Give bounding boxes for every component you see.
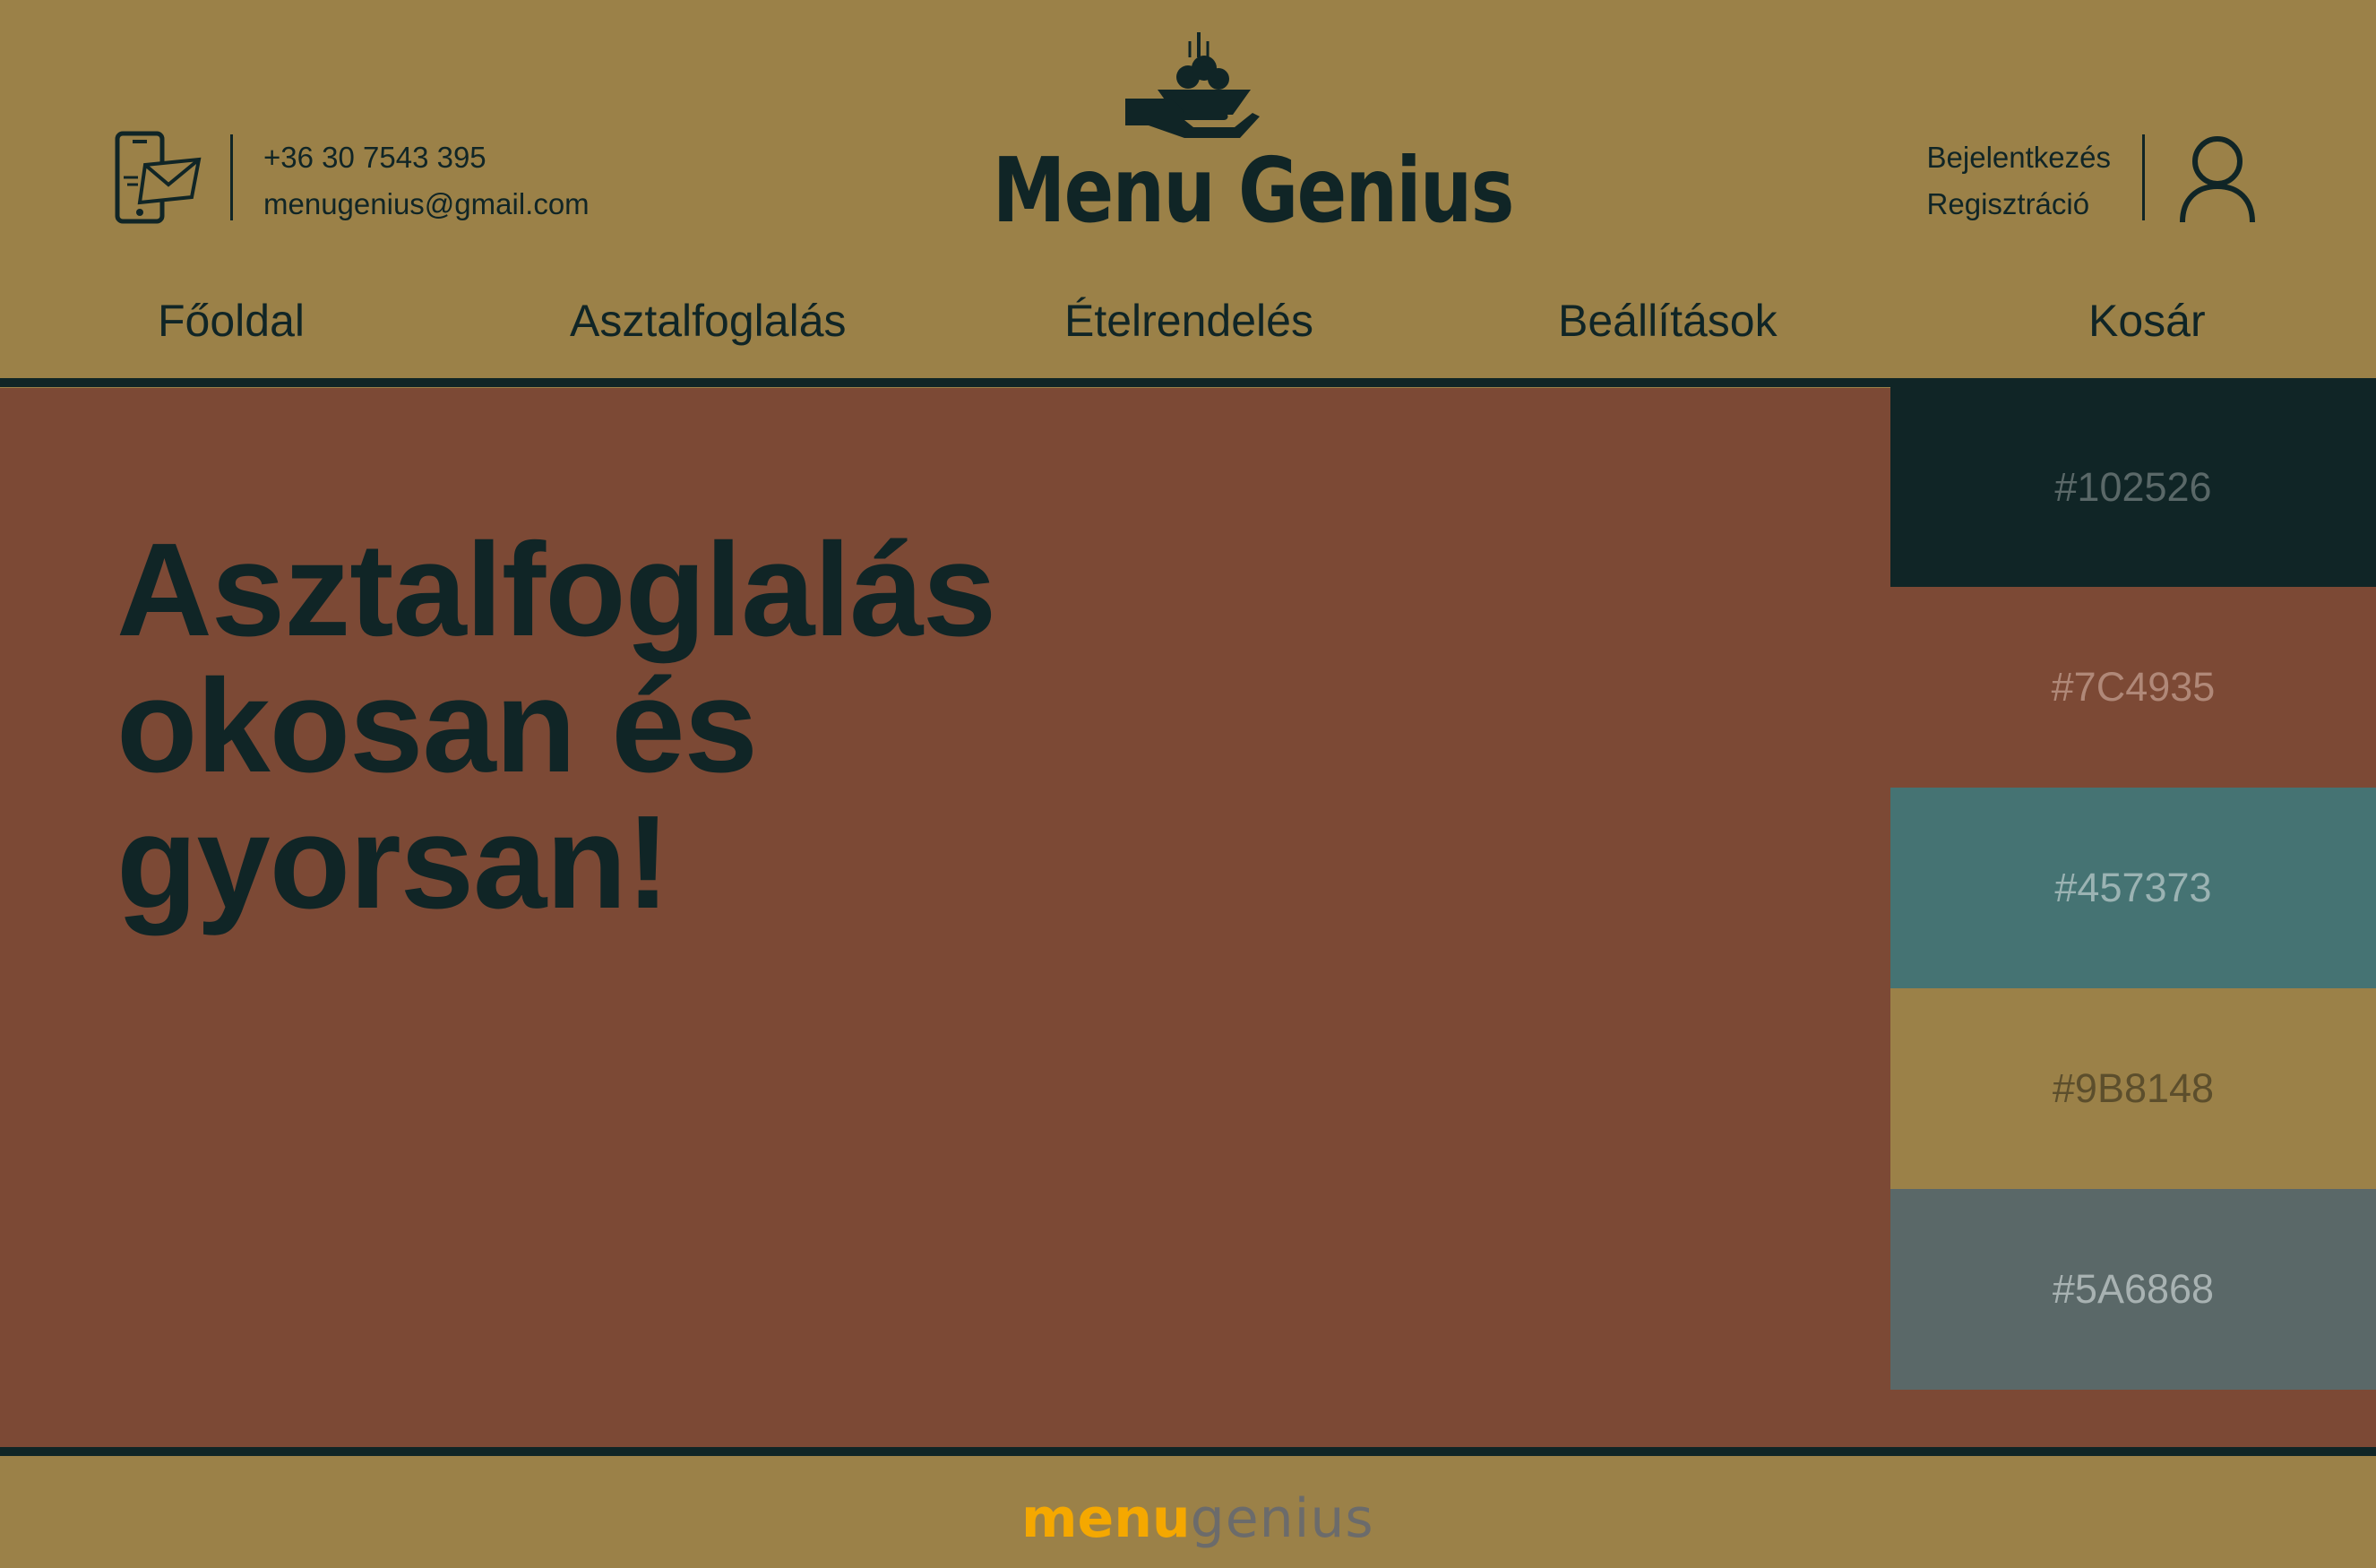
contact-divider <box>230 134 233 220</box>
hero-title: Asztalfoglalás okosan és gyorsan! <box>116 522 1102 931</box>
footer-logo-genius: genius <box>1190 1487 1374 1550</box>
brand-name: Menu Genius <box>992 138 1515 243</box>
color-swatch: #102526 <box>1890 387 2376 587</box>
contact-info: +36 30 7543 395 menugenius@gmail.com <box>263 134 590 228</box>
hero-line: okosan és <box>116 652 758 800</box>
email-address[interactable]: menugenius@gmail.com <box>263 181 590 228</box>
brand-logo[interactable]: Menu Genius <box>950 27 1514 240</box>
nav-item-cart[interactable]: Kosár <box>2088 285 2206 357</box>
color-swatch: #5A6868 <box>1890 1189 2376 1390</box>
color-swatch: #7C4935 <box>1890 587 2376 788</box>
hero-line: gyorsan! <box>116 788 670 936</box>
serving-hand-dish-icon <box>1125 32 1260 138</box>
main-nav: Főoldal Asztalfoglalás Ételrendelés Beál… <box>0 285 2376 357</box>
footer-logo-menu: menu <box>1021 1487 1191 1550</box>
phone-number[interactable]: +36 30 7543 395 <box>263 134 590 181</box>
header: +36 30 7543 395 menugenius@gmail.com Men… <box>0 0 2376 378</box>
nav-item-food-order[interactable]: Ételrendelés <box>1064 285 1313 357</box>
color-swatch: #457373 <box>1890 788 2376 988</box>
footer-divider <box>0 1447 2376 1456</box>
login-link[interactable]: Bejelentkezés <box>1927 134 2111 181</box>
hero-line: Asztalfoglalás <box>116 516 996 664</box>
color-swatch: #9B8148 <box>1890 988 2376 1189</box>
footer-logo[interactable]: menugenius <box>1021 1483 1374 1555</box>
nav-item-settings[interactable]: Beállítások <box>1558 285 1778 357</box>
phone-mail-icon <box>115 131 202 224</box>
auth-divider <box>2142 134 2145 220</box>
auth-links: Bejelentkezés Regisztráció <box>1927 134 2111 228</box>
nav-item-home[interactable]: Főoldal <box>158 285 305 357</box>
header-divider <box>0 378 2376 387</box>
nav-item-table-booking[interactable]: Asztalfoglalás <box>570 285 847 357</box>
user-icon[interactable] <box>2179 134 2256 224</box>
register-link[interactable]: Regisztráció <box>1927 181 2111 228</box>
